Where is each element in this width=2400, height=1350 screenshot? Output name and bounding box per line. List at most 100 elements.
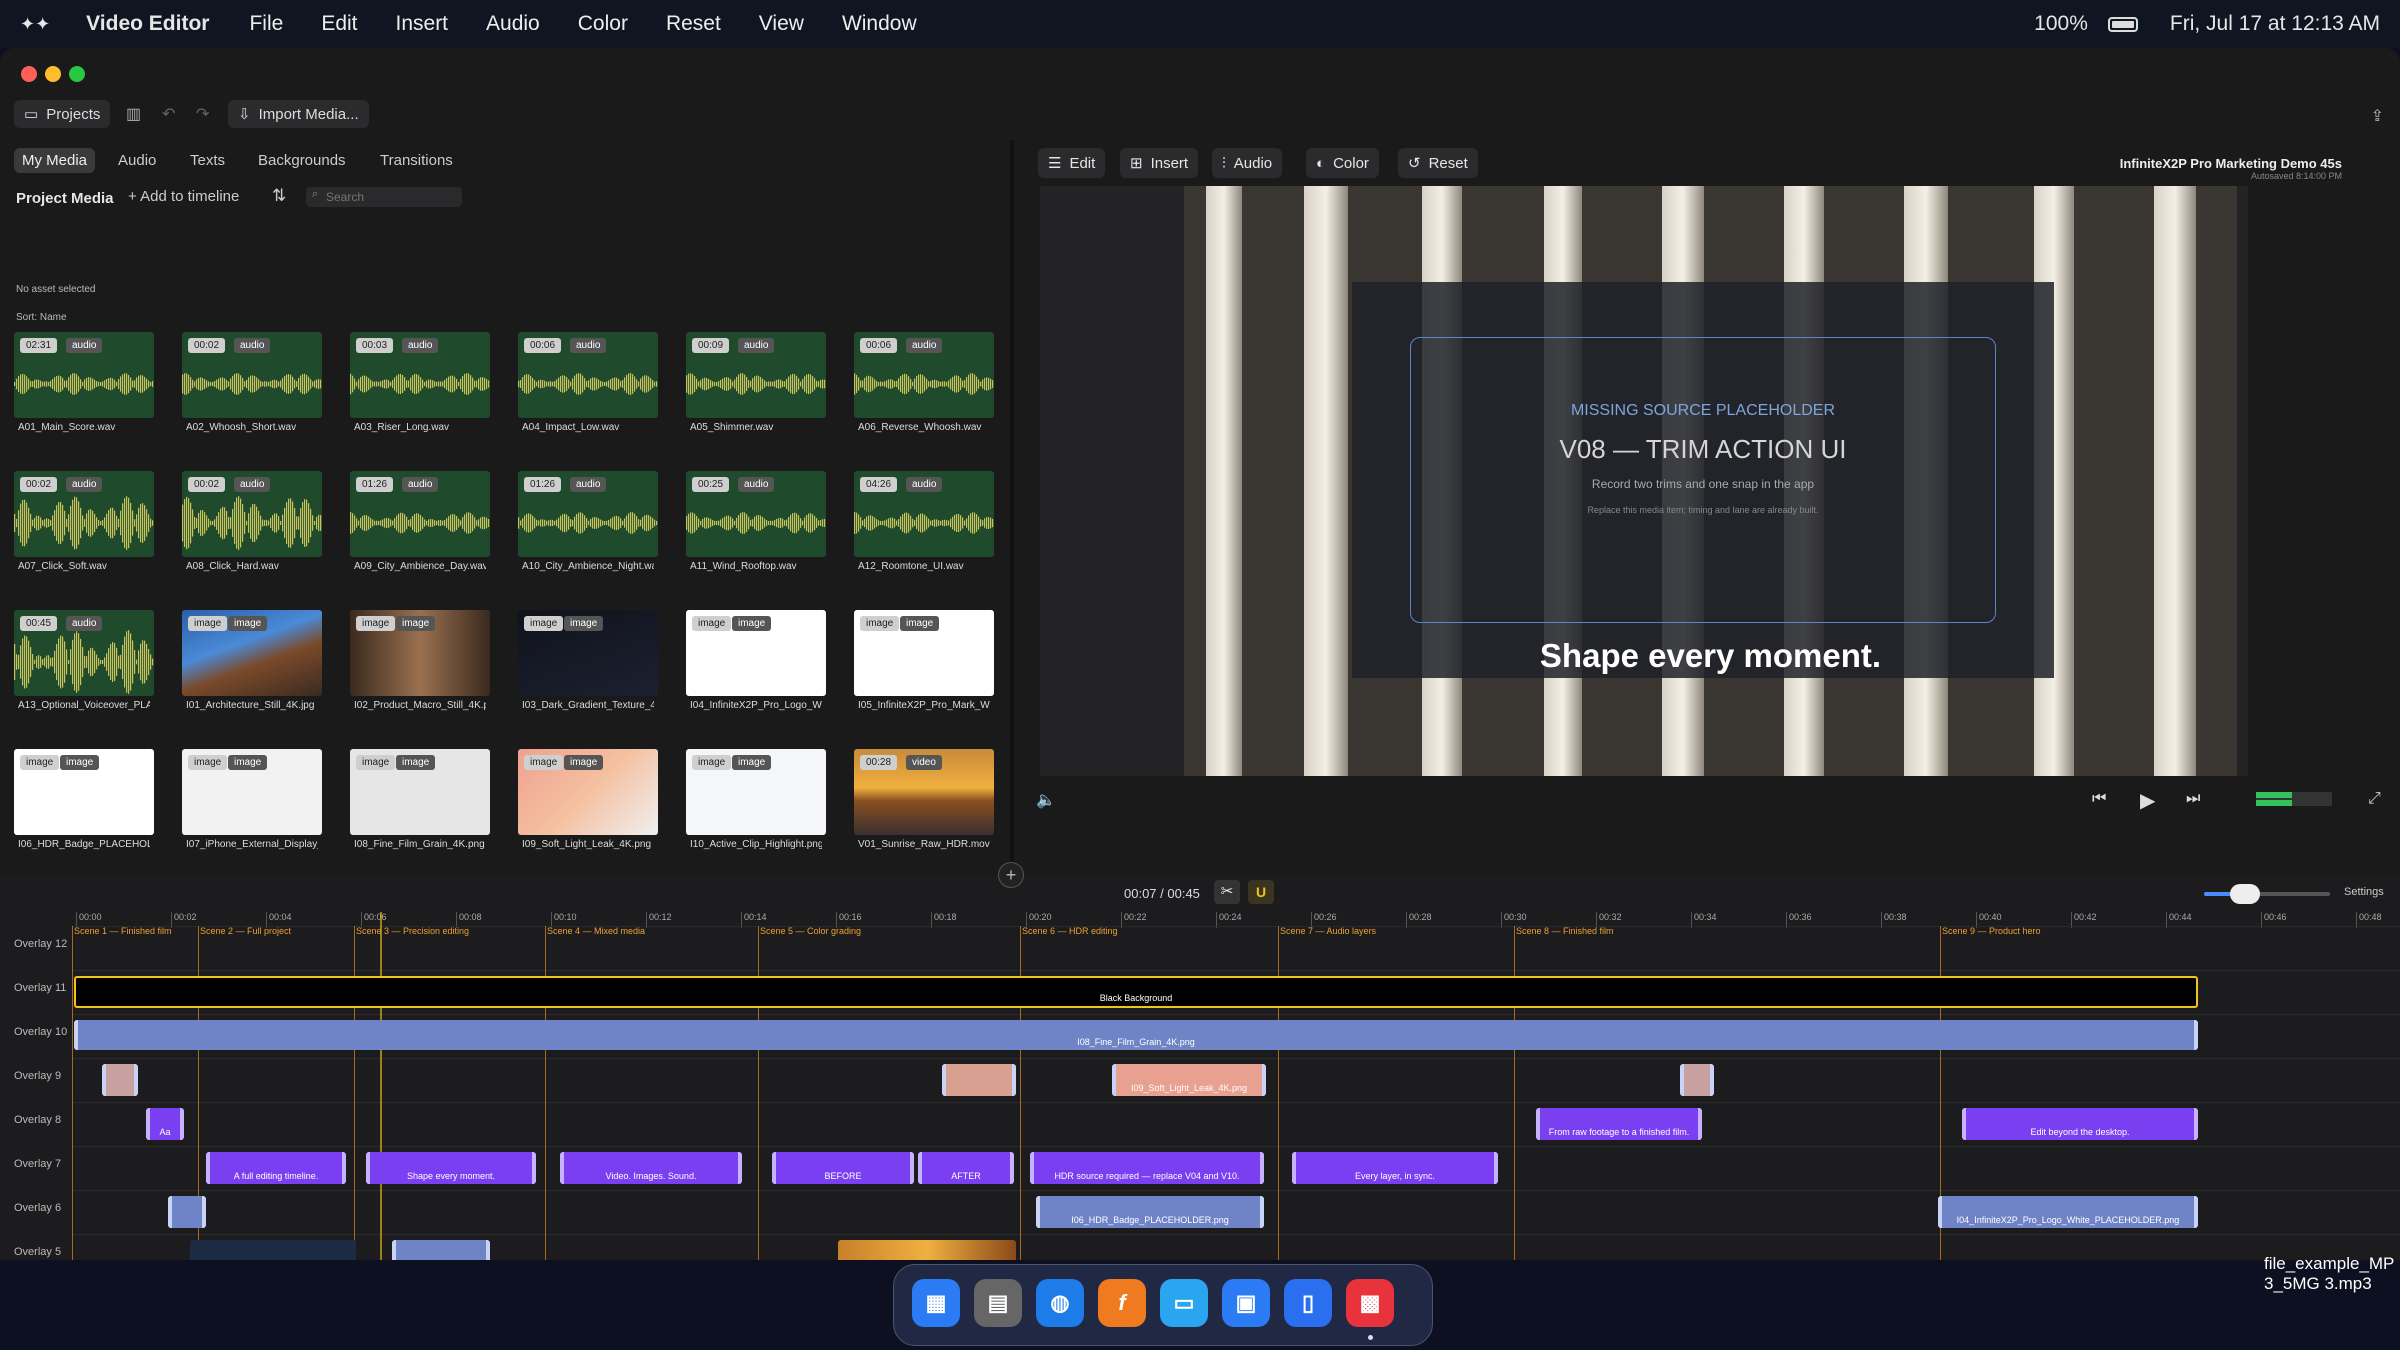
menu-view[interactable]: View <box>759 12 804 36</box>
function-icon[interactable]: f <box>1098 1279 1146 1327</box>
media-tile[interactable]: 01:26 audio A09_City_Ambience_Day.wav <box>350 471 490 597</box>
apple-menu-icon[interactable]: ✦✦ <box>20 14 50 35</box>
timeline-clip[interactable]: AFTER <box>918 1152 1014 1184</box>
skip-forward-button[interactable]: ⏭ <box>2186 790 2200 808</box>
skip-back-button[interactable]: ⏮ <box>2092 790 2106 808</box>
volume-icon[interactable]: 🔈 <box>1036 790 1056 810</box>
timeline-settings[interactable]: Settings <box>2344 886 2384 898</box>
media-tile[interactable]: imageimage I06_HDR_Badge_PLACEHOLDER.png <box>14 749 154 875</box>
sidebar-toggle-icon[interactable]: ▥ <box>126 104 141 124</box>
add-to-timeline-button[interactable]: + Add to timeline <box>128 188 239 205</box>
menu-color[interactable]: Color <box>578 12 628 36</box>
timeline-clip[interactable]: I09_Soft_Light_Leak_4K.png <box>1112 1064 1266 1096</box>
video-preview[interactable]: MISSING SOURCE PLACEHOLDER V08 — TRIM AC… <box>1040 186 2248 776</box>
reset-mode-button[interactable]: ↺ Reset <box>1398 148 1478 178</box>
tab-audio[interactable]: Audio <box>110 148 164 173</box>
media-tile[interactable]: 00:09 audio A05_Shimmer.wav <box>686 332 826 458</box>
globe-icon[interactable]: ◍ <box>1036 1279 1084 1327</box>
undo-icon[interactable]: ↶ <box>162 104 175 124</box>
launcher-icon[interactable]: ▦ <box>912 1279 960 1327</box>
projects-button[interactable]: ▭ Projects <box>14 100 111 128</box>
tab-transitions[interactable]: Transitions <box>372 148 461 173</box>
media-tile[interactable]: 00:02 audio A07_Click_Soft.wav <box>14 471 154 597</box>
video-editor-icon[interactable]: ▩ <box>1346 1279 1394 1327</box>
windows-icon[interactable]: ▤ <box>974 1279 1022 1327</box>
timeline-clip[interactable]: BEFORE <box>772 1152 914 1184</box>
tab-backgrounds[interactable]: Backgrounds <box>250 148 354 173</box>
media-tile[interactable]: 00:06 audio A06_Reverse_Whoosh.wav <box>854 332 994 458</box>
menu-insert[interactable]: Insert <box>396 12 449 36</box>
timeline-clip[interactable]: V01_Sunrise_Raw_HDR.mov <box>838 1240 1016 1260</box>
panel-divider[interactable] <box>1010 140 1014 872</box>
timeline-clip[interactable]: Edit beyond the desktop. <box>1962 1108 2198 1140</box>
app-name[interactable]: Video Editor <box>86 12 209 36</box>
media-tile[interactable]: 01:26 audio A10_City_Ambience_Night.wav <box>518 471 658 597</box>
menu-file[interactable]: File <box>249 12 283 36</box>
timeline-clip[interactable]: Aa <box>146 1108 184 1140</box>
media-tile[interactable]: 00:28 video V01_Sunrise_Raw_HDR.mov <box>854 749 994 875</box>
playhead[interactable] <box>380 912 382 1260</box>
media-tile[interactable]: imageimage I05_InfiniteX2P_Pro_Mark_White… <box>854 610 994 736</box>
media-tile[interactable]: 00:02 audio A02_Whoosh_Short.wav <box>182 332 322 458</box>
timeline-clip[interactable]: Shape every moment. <box>366 1152 536 1184</box>
search-input[interactable] <box>306 187 462 207</box>
import-media-button[interactable]: ⇩ Import Media... <box>228 100 369 128</box>
audio-mode-button[interactable]: ⫶ Audio <box>1212 148 1283 178</box>
timeline-clip[interactable]: I06_HDR_Badge_PLACEHOLDER.png <box>1036 1196 1264 1228</box>
timeline-lane[interactable] <box>72 926 2400 970</box>
clock[interactable]: Fri, Jul 17 at 12:13 AM <box>2170 12 2380 36</box>
media-tile[interactable]: 02:31 audio A01_Main_Score.wav <box>14 332 154 458</box>
close-window-button[interactable] <box>21 66 37 82</box>
timeline-clip[interactable]: A full editing timeline. <box>206 1152 346 1184</box>
menu-audio[interactable]: Audio <box>486 12 540 36</box>
media-tile[interactable]: image image I09_Soft_Light_Leak_4K.png <box>518 749 658 875</box>
share-icon[interactable]: ⇪ <box>2371 106 2384 126</box>
timeline-clip[interactable] <box>102 1064 138 1096</box>
timeline-clip[interactable] <box>942 1064 1016 1096</box>
zoom-slider[interactable] <box>2204 884 2330 904</box>
timeline-clip[interactable]: Video. Images. Sound. <box>560 1152 742 1184</box>
zoom-window-button[interactable] <box>69 66 85 82</box>
id-icon[interactable]: ▣ <box>1222 1279 1270 1327</box>
minimize-window-button[interactable] <box>45 66 61 82</box>
timeline-clip[interactable]: I04_InfiniteX2P_Pro_Logo_White_PLACEHOLD… <box>1938 1196 2198 1228</box>
timeline-clip[interactable]: I08_Fine_Film_Grain_4K.png <box>74 1020 2198 1050</box>
snap-toggle-button[interactable]: U <box>1248 880 1274 904</box>
menu-window[interactable]: Window <box>842 12 917 36</box>
media-tile[interactable]: 00:03 audio A03_Riser_Long.wav <box>350 332 490 458</box>
timeline-clip[interactable] <box>1680 1064 1714 1096</box>
timeline-clip[interactable]: HDR source required — replace V04 and V1… <box>1030 1152 1264 1184</box>
battery-icon[interactable] <box>2107 16 2138 32</box>
add-track-button[interactable]: + <box>998 862 1024 888</box>
timeline-clip[interactable] <box>392 1240 490 1260</box>
sort-icon[interactable]: ⇅ <box>272 186 286 206</box>
media-tile[interactable]: 00:45 audio A13_Optional_Voiceover_PLACEHO… <box>14 610 154 736</box>
media-tile[interactable]: 04:26 audio A12_Roomtone_UI.wav <box>854 471 994 597</box>
media-tile[interactable]: image image I10_Active_Clip_Highlight.png <box>686 749 826 875</box>
menu-reset[interactable]: Reset <box>666 12 721 36</box>
color-mode-button[interactable]: ◐ Color <box>1306 148 1379 178</box>
folder-icon[interactable]: ▭ <box>1160 1279 1208 1327</box>
media-tile[interactable]: 00:02 audio A08_Click_Hard.wav <box>182 471 322 597</box>
media-tile[interactable]: 00:06 audio A04_Impact_Low.wav <box>518 332 658 458</box>
split-tool-button[interactable]: ✂ <box>1214 880 1240 904</box>
timeline-clip[interactable]: Black Background <box>74 976 2198 1008</box>
tab-my-media[interactable]: My Media <box>14 148 96 173</box>
tab-texts[interactable]: Texts <box>182 148 233 173</box>
insert-mode-button[interactable]: ⊞ Insert <box>1120 148 1199 178</box>
media-tile[interactable]: image image I01_Architecture_Still_4K.jpg <box>182 610 322 736</box>
timeline-clip[interactable] <box>190 1240 356 1260</box>
media-tile[interactable]: imageimage I03_Dark_Gradient_Texture_4K.p… <box>518 610 658 736</box>
redo-icon[interactable]: ↷ <box>196 104 209 124</box>
dropped-file-label[interactable]: file_example_MP3_5MG 3.mp3 <box>2264 1254 2398 1294</box>
timeline-clip[interactable]: Every layer, in sync. <box>1292 1152 1498 1184</box>
edit-mode-button[interactable]: ☰ Edit <box>1038 148 1106 178</box>
media-tile[interactable]: imageimage I07_iPhone_External_Display_Fr… <box>182 749 322 875</box>
zoom-slider-thumb[interactable] <box>2230 884 2260 904</box>
play-button[interactable]: ▶ <box>2140 788 2155 813</box>
timeline-clip[interactable]: From raw footage to a finished film. <box>1536 1108 1702 1140</box>
media-tile[interactable]: image image I08_Fine_Film_Grain_4K.png <box>350 749 490 875</box>
fullscreen-icon[interactable]: ⤢ <box>2368 790 2381 808</box>
timeline-clip[interactable] <box>168 1196 206 1228</box>
media-tile[interactable]: imageimage I04_InfiniteX2P_Pro_Logo_White… <box>686 610 826 736</box>
